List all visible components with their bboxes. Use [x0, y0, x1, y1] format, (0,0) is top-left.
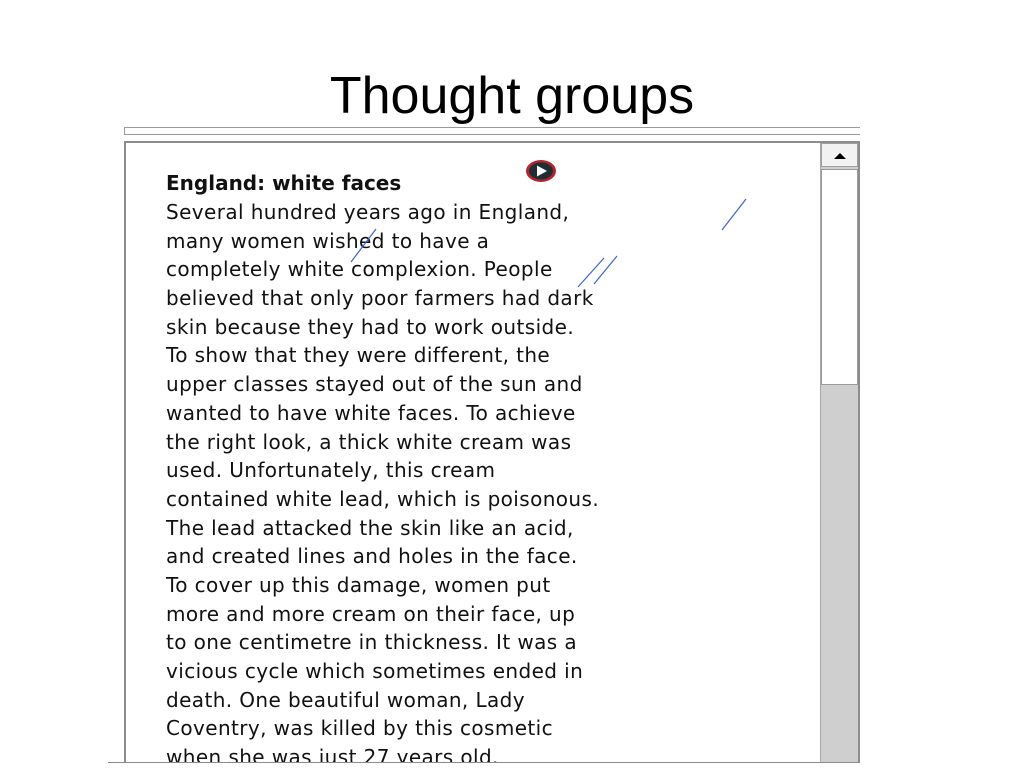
scroll-up-button[interactable]: [821, 143, 858, 167]
passage-heading: England: white faces: [166, 171, 402, 195]
passage-line: Several hundred years ago in England,: [166, 200, 570, 224]
passage-line: the right look, a thick white cream was: [166, 429, 572, 454]
bottom-edge: [108, 762, 860, 768]
play-button[interactable]: [524, 158, 558, 184]
passage-line: Coventry, was killed by this cosmetic: [166, 716, 554, 741]
passage-line: more and more cream on their face, up: [166, 601, 576, 626]
scrollbar[interactable]: [820, 143, 858, 768]
passage-line: To show that they were different, the: [166, 343, 551, 368]
arrow-up-icon: [834, 153, 846, 159]
passage-line: To cover up this damage, women put: [166, 572, 551, 597]
passage: England: white faces Several hundred yea…: [166, 169, 806, 768]
scroll-thumb[interactable]: [821, 169, 858, 385]
passage-line: contained white lead, which is poisonous…: [166, 486, 600, 511]
passage-line: skin because they had to work outside.: [166, 314, 575, 339]
passage-line: to one centimetre in thickness. It was a: [166, 630, 577, 655]
reading-window: England: white faces Several hundred yea…: [124, 141, 860, 768]
passage-line: The lead attacked the skin like an acid,: [166, 515, 574, 540]
play-icon: [526, 160, 556, 182]
passage-line: death. One beautiful woman, Lady: [166, 687, 525, 712]
passage-line: vicious cycle which sometimes ended in: [166, 659, 584, 683]
top-rule: [124, 127, 860, 135]
passage-line: believed that only poor farmers had dark: [166, 286, 594, 311]
passage-line: wanted to have white faces. To achieve: [166, 400, 576, 425]
slide-title: Thought groups: [329, 67, 695, 125]
passage-line: and created lines and holes in the face.: [166, 544, 578, 569]
passage-line: upper classes stayed out of the sun and: [166, 372, 583, 397]
passage-line: many women wished to have a: [166, 228, 490, 253]
passage-line: completely white complexion. People: [166, 257, 553, 282]
passage-line: used. Unfortunately, this cream: [166, 458, 496, 483]
